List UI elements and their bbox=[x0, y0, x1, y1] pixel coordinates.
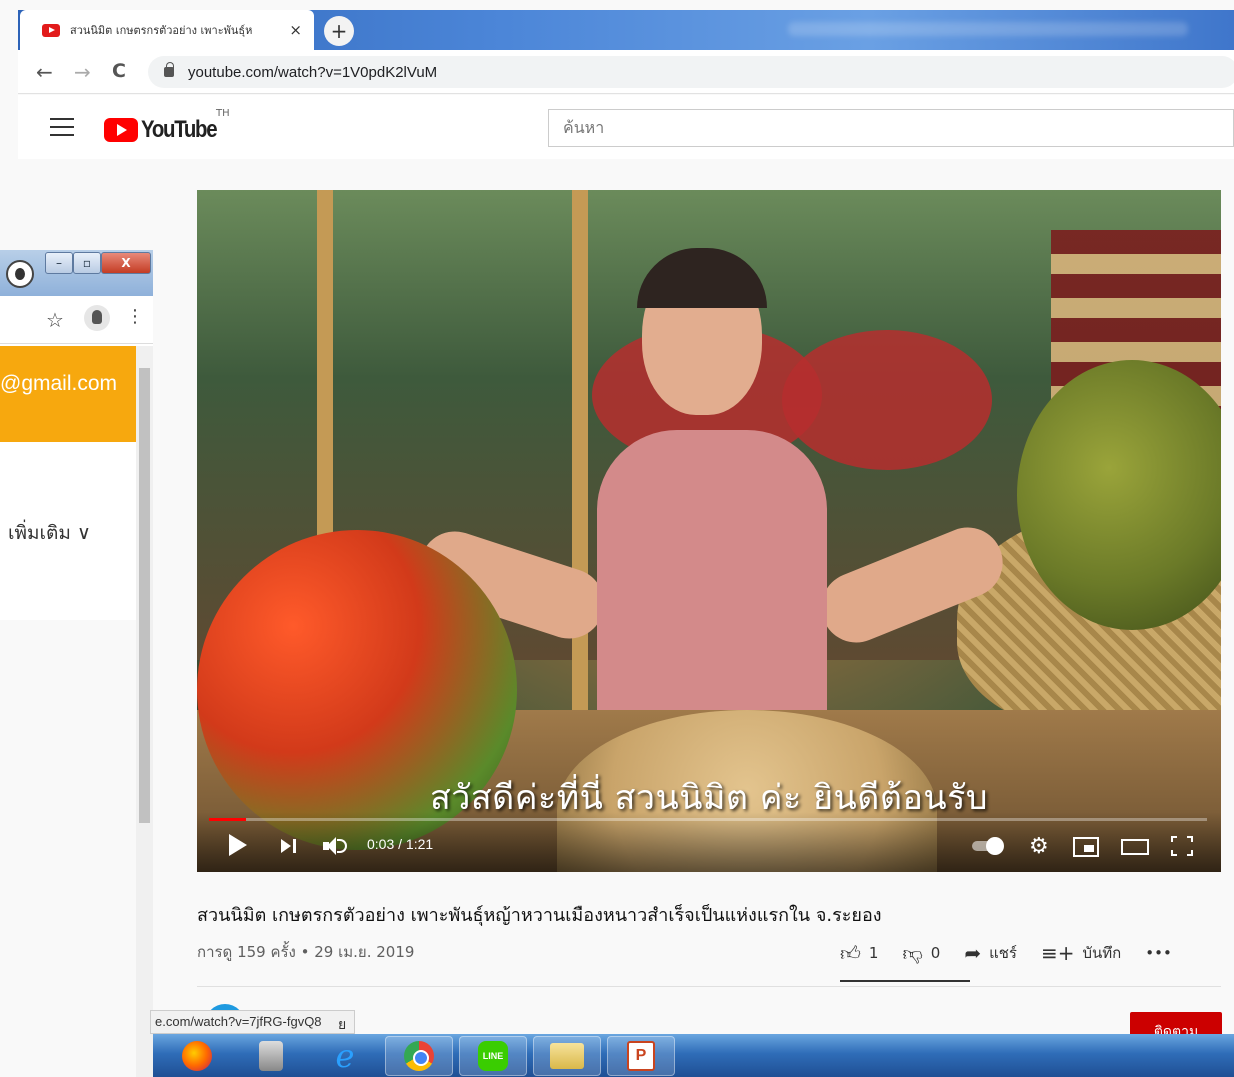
powerpoint-icon: P bbox=[627, 1041, 655, 1071]
new-tab-button[interactable]: + bbox=[324, 16, 354, 46]
taskbar-internet-explorer[interactable]: e bbox=[311, 1036, 379, 1076]
youtube-logo-text: YouTube bbox=[141, 116, 218, 143]
status-bar-url: e.com/watch?v=7jfRG-fgvQ8 bbox=[150, 1010, 355, 1034]
youtube-logo[interactable]: YouTube TH bbox=[104, 108, 230, 144]
bookmark-star-icon[interactable]: ☆ bbox=[46, 308, 64, 332]
profile-icon[interactable] bbox=[6, 260, 34, 288]
taskbar-chrome[interactable] bbox=[385, 1036, 453, 1076]
chrome-icon bbox=[404, 1041, 434, 1071]
forward-button[interactable]: → bbox=[74, 60, 91, 84]
next-icon[interactable] bbox=[281, 837, 299, 855]
browser-tab-strip: สวนนิมิต เกษตรกรตัวอย่าง เพาะพันธุ์ห × + bbox=[18, 10, 1234, 50]
lock-icon bbox=[164, 62, 174, 77]
play-icon[interactable] bbox=[229, 834, 247, 856]
gmail-account-banner: @gmail.com bbox=[0, 346, 136, 442]
close-button[interactable]: X bbox=[101, 252, 151, 274]
youtube-favicon-icon bbox=[42, 23, 60, 37]
internet-explorer-icon: e bbox=[335, 1037, 355, 1075]
progress-bar-fill bbox=[209, 818, 246, 821]
background-browser-window: – ▫ X ☆ ⋮ @gmail.com เพิ่มเติม ∨ bbox=[0, 250, 153, 1077]
firefox-icon bbox=[182, 1041, 212, 1071]
back-button[interactable]: ← bbox=[36, 60, 53, 84]
video-title: สวนนิมิต เกษตรกรตัวอย่าง เพาะพันธุ์หญ้าห… bbox=[197, 905, 882, 926]
more-dropdown[interactable]: เพิ่มเติม ∨ bbox=[8, 518, 91, 548]
video-view-count-date: การดู 159 ครั้ง • 29 เม.ย. 2019 bbox=[197, 943, 415, 961]
video-actions: 👍︎ 1 👎︎ 0 ➦ แชร์ ≡+ บันทึก ••• bbox=[840, 938, 1196, 968]
time-display: 0:03 / 1:21 bbox=[367, 836, 434, 852]
fullscreen-icon[interactable] bbox=[1171, 836, 1193, 856]
miniplayer-icon[interactable] bbox=[1073, 837, 1099, 857]
youtube-play-icon bbox=[104, 118, 138, 142]
window-titlebar: – ▫ X bbox=[0, 250, 153, 296]
divider bbox=[197, 986, 1221, 987]
share-icon: ➦ bbox=[964, 941, 982, 965]
like-count: 1 bbox=[868, 944, 879, 962]
file-explorer-icon bbox=[550, 1043, 584, 1069]
tab-close-button[interactable]: × bbox=[289, 21, 302, 39]
thumbs-down-icon: 👎︎ bbox=[902, 940, 923, 965]
settings-gear-icon[interactable]: ⚙ bbox=[1029, 834, 1049, 859]
playlist-add-icon: ≡+ bbox=[1040, 941, 1075, 965]
taskbar-firefox[interactable] bbox=[163, 1036, 231, 1076]
like-button[interactable]: 👍︎ 1 bbox=[840, 941, 878, 966]
player-controls: 0:03 / 1:21 ⚙ bbox=[197, 812, 1221, 872]
account-icon[interactable] bbox=[84, 305, 110, 331]
progress-bar[interactable] bbox=[209, 818, 1207, 821]
reload-button[interactable]: C bbox=[112, 60, 126, 82]
youtube-header: YouTube TH ค้นหา bbox=[18, 95, 1234, 159]
screen: สวนนิมิต เกษตรกรตัวอย่าง เพาะพันธุ์ห × +… bbox=[0, 0, 1234, 1077]
taskbar-powerpoint[interactable]: P bbox=[607, 1036, 675, 1076]
minimize-button[interactable]: – bbox=[45, 252, 73, 274]
maximize-button[interactable]: ▫ bbox=[73, 252, 101, 274]
browser-tab-active[interactable]: สวนนิมิต เกษตรกรตัวอย่าง เพาะพันธุ์ห × bbox=[20, 10, 314, 50]
autoplay-toggle[interactable] bbox=[972, 837, 1004, 855]
address-url: youtube.com/watch?v=1V0pdK2lVuM bbox=[188, 63, 438, 81]
more-actions-button[interactable]: ••• bbox=[1145, 944, 1172, 962]
save-button[interactable]: ≡+ บันทึก bbox=[1041, 941, 1121, 965]
video-frame-banner bbox=[782, 330, 992, 470]
taskbar-file-explorer[interactable] bbox=[533, 1036, 601, 1076]
tab-title: สวนนิมิต เกษตรกรตัวอย่าง เพาะพันธุ์ห bbox=[70, 24, 253, 37]
thumbs-up-icon: 👍︎ bbox=[840, 940, 861, 965]
share-label: แชร์ bbox=[989, 944, 1017, 962]
taskbar-line[interactable]: LINE bbox=[459, 1036, 527, 1076]
status-tail-text: ย bbox=[338, 1017, 347, 1033]
save-label: บันทึก bbox=[1082, 944, 1122, 962]
window-title-blur bbox=[788, 22, 1188, 36]
country-code: TH bbox=[216, 108, 230, 119]
search-input[interactable]: ค้นหา bbox=[548, 109, 1234, 147]
windows-taskbar: e LINE P bbox=[153, 1034, 1234, 1077]
dislike-count: 0 bbox=[930, 944, 941, 962]
volume-icon[interactable] bbox=[323, 836, 347, 856]
taskbar-calculator[interactable] bbox=[237, 1036, 305, 1076]
window-toolbar: ☆ ⋮ bbox=[0, 296, 153, 344]
browser-toolbar: ← → C youtube.com/watch?v=1V0pdK2lVuM bbox=[18, 50, 1234, 94]
line-icon: LINE bbox=[478, 1041, 508, 1071]
scrollbar-thumb[interactable] bbox=[139, 368, 150, 823]
theater-mode-icon[interactable] bbox=[1121, 839, 1149, 855]
share-button[interactable]: ➦ แชร์ bbox=[964, 941, 1017, 965]
kebab-menu-icon[interactable]: ⋮ bbox=[126, 306, 144, 327]
more-icon: ••• bbox=[1145, 944, 1172, 962]
window-content-area bbox=[0, 620, 136, 1077]
hamburger-menu-icon[interactable] bbox=[50, 118, 74, 136]
address-bar[interactable]: youtube.com/watch?v=1V0pdK2lVuM bbox=[148, 56, 1234, 88]
dislike-button[interactable]: 👎︎ 0 bbox=[902, 941, 940, 966]
video-player[interactable]: สวัสดีค่ะที่นี่ สวนนิมิต ค่ะ ยินดีต้อนรั… bbox=[197, 190, 1221, 872]
like-sentiment-bar bbox=[840, 980, 970, 982]
calculator-icon bbox=[259, 1041, 283, 1071]
